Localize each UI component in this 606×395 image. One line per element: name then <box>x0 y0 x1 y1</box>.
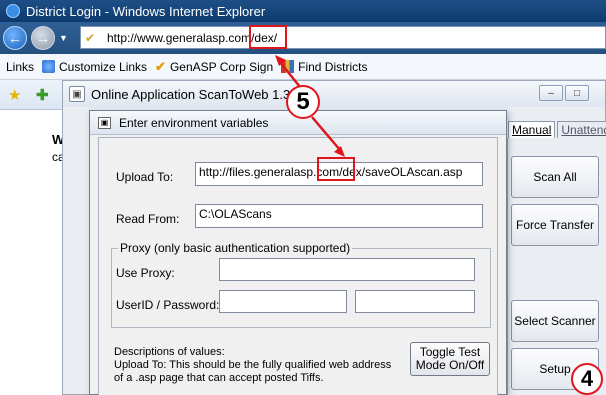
userid-password-label: UserID / Password: <box>116 298 220 312</box>
read-from-label: Read From: <box>116 212 180 226</box>
environment-variables-dialog: ▣ Enter environment variables Upload To:… <box>89 110 507 395</box>
scantoweb-title-bar: ▣ Online Application ScanToWeb 1.3 <box>63 81 605 107</box>
step-5-callout: 5 <box>286 85 320 119</box>
select-scanner-button[interactable]: Select Scanner <box>511 300 599 342</box>
window-icon: ▣ <box>69 86 85 102</box>
use-proxy-field[interactable] <box>219 258 475 281</box>
link-find-districts[interactable]: Find Districts <box>281 60 367 74</box>
scantoweb-title: Online Application ScanToWeb 1.3 <box>91 86 291 102</box>
description-line: Upload To: This should be the fully qual… <box>114 359 392 371</box>
tab-manual[interactable]: Manual <box>508 121 556 138</box>
link-genasp-corp-sign[interactable]: ✔ GenASP Corp Sign <box>155 59 273 75</box>
maximize-button[interactable]: □ <box>565 85 589 101</box>
tab-strip: Manual Unattende <box>508 121 606 138</box>
add-favorites-icon[interactable]: ✚ <box>36 86 49 104</box>
links-label: Links <box>6 60 34 74</box>
scan-all-button[interactable]: Scan All <box>511 156 599 198</box>
description-heading: Descriptions of values: <box>114 346 225 358</box>
password-field[interactable] <box>355 290 475 313</box>
link-customize-links[interactable]: Customize Links <box>42 60 147 74</box>
address-row: ← → ▼ ✔ http://www.generalasp.com/dex/ <box>0 22 606 54</box>
link-label[interactable]: Customize Links <box>59 60 147 74</box>
back-arrow-icon: ← <box>8 30 22 46</box>
ie-logo-icon <box>6 4 20 18</box>
find-districts-icon <box>281 60 295 73</box>
forward-button[interactable]: → <box>31 26 55 50</box>
upload-dex-highlight <box>317 157 355 181</box>
dialog-window-icon: ▣ <box>98 116 111 129</box>
force-transfer-button[interactable]: Force Transfer <box>511 204 599 246</box>
description-line: of a .asp page that can accept posted Ti… <box>114 372 324 384</box>
use-proxy-label: Use Proxy: <box>116 266 175 280</box>
site-favicon-icon: ✔ <box>85 30 96 45</box>
dialog-title: Enter environment variables <box>119 115 269 130</box>
minimize-button[interactable]: – <box>539 85 563 101</box>
browser-title-bar: District Login - Windows Internet Explor… <box>0 0 606 22</box>
read-from-field[interactable]: C:\OLAScans <box>195 204 483 228</box>
ie-page-icon <box>42 60 56 73</box>
toggle-test-mode-button[interactable]: Toggle Test Mode On/Off <box>410 342 490 376</box>
proxy-group-label: Proxy (only basic authentication support… <box>118 241 353 255</box>
forward-arrow-icon: → <box>36 30 50 46</box>
back-button[interactable]: ← <box>3 26 27 50</box>
genasp-v-icon: ✔ <box>155 58 166 74</box>
dialog-body: Upload To: http://files.generalasp.com/d… <box>98 137 498 395</box>
browser-title: District Login - Windows Internet Explor… <box>26 3 266 19</box>
step-4-callout: 4 <box>571 363 603 395</box>
upload-to-label: Upload To: <box>116 170 174 184</box>
link-label[interactable]: GenASP Corp Sign <box>170 60 273 74</box>
history-dropdown-icon[interactable]: ▼ <box>59 33 68 43</box>
address-bar[interactable]: ✔ http://www.generalasp.com/dex/ <box>80 26 606 49</box>
userid-field[interactable] <box>219 290 347 313</box>
favorites-star-icon[interactable]: ★ <box>8 86 21 104</box>
link-label[interactable]: Find Districts <box>298 60 367 74</box>
links-bar-label: Links <box>6 59 35 74</box>
tab-unattended[interactable]: Unattende <box>557 121 606 138</box>
url-dex-highlight <box>249 25 287 49</box>
links-bar: Links Customize Links ✔ GenASP Corp Sign… <box>0 54 606 80</box>
